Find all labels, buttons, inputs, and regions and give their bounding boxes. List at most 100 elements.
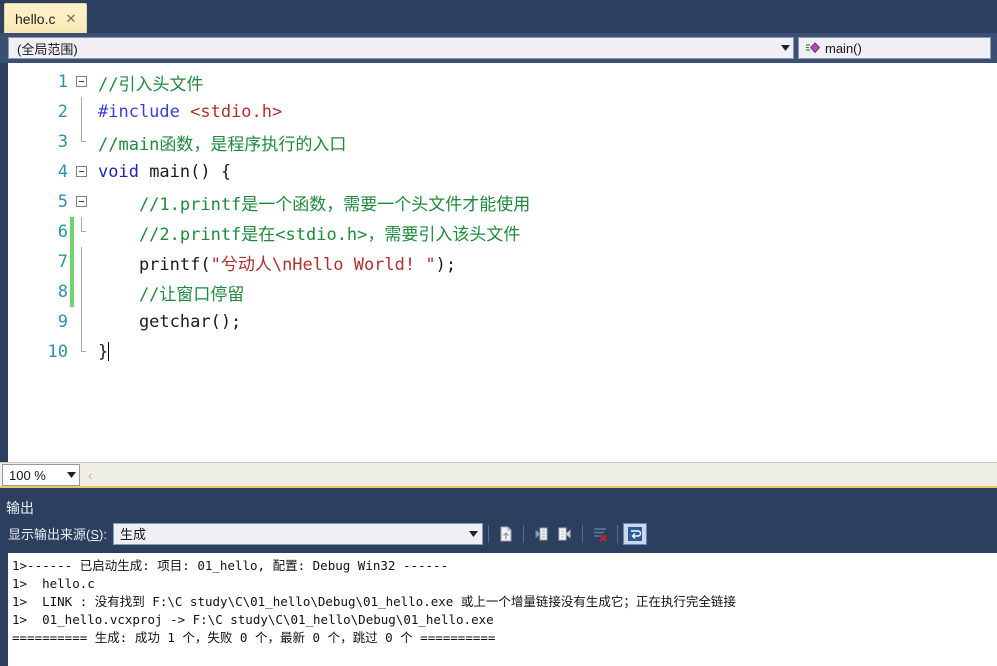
- code-line[interactable]: 8 //让窗口停留: [8, 277, 997, 307]
- zoom-level-value: 100 %: [9, 467, 46, 483]
- editor-tab-label: hello.c: [15, 10, 56, 27]
- line-number: 8: [57, 282, 68, 302]
- code-token: getchar();: [98, 312, 242, 332]
- line-number: 1: [57, 72, 68, 92]
- code-lines-container: 1 //引入头文件 2 #include <stdio.h> 3 //main函数，是程序…: [8, 63, 997, 367]
- outlining-gutter[interactable]: [74, 277, 96, 307]
- line-number: 6: [57, 222, 68, 242]
- output-toolbar: 显示输出来源(S): 生成: [0, 519, 997, 548]
- line-number: 5: [57, 192, 68, 212]
- code-text: #include <stdio.h>: [96, 102, 997, 122]
- outlining-gutter[interactable]: [74, 247, 96, 277]
- code-line[interactable]: 5 //1.printf是一个函数，需要一个头文件才能使用: [8, 187, 997, 217]
- zoom-level-dropdown[interactable]: 100 %: [2, 464, 80, 486]
- editor-tab-hello-c[interactable]: hello.c ✕: [4, 3, 88, 33]
- outlining-gutter[interactable]: [74, 337, 96, 367]
- code-token: main() {: [138, 162, 232, 182]
- chevron-left-icon[interactable]: ‹: [88, 468, 92, 483]
- output-line: ========== 生成: 成功 1 个，失败 0 个，最新 0 个，跳过 0…: [12, 630, 496, 645]
- code-line[interactable]: 7 printf("兮动人\nHello World! ");: [8, 247, 997, 277]
- visual-studio-window: hello.c ✕ (全局范围) main() 1//引入头文件 2 #incl…: [0, 0, 997, 666]
- code-token: "兮动人\nHello World! ": [210, 254, 436, 275]
- text-caret: [108, 342, 110, 361]
- output-line: 1>------ 已启动生成: 项目: 01_hello, 配置: Debug …: [12, 558, 449, 573]
- outline-guide-line: [81, 97, 82, 127]
- output-text-area[interactable]: 1>------ 已启动生成: 项目: 01_hello, 配置: Debug …: [8, 553, 997, 666]
- toolbar-separator: [581, 524, 583, 543]
- collapse-outline-icon[interactable]: [76, 166, 87, 177]
- code-text: getchar();: [96, 312, 997, 332]
- outlining-gutter[interactable]: [74, 67, 96, 97]
- code-token: //2.printf是在<stdio.h>，需要引入该头文件: [98, 224, 521, 245]
- code-token: printf(: [98, 254, 211, 275]
- outlining-gutter[interactable]: [74, 157, 96, 187]
- outline-guide-line: [81, 277, 82, 307]
- code-line[interactable]: 3 //main函数，是程序执行的入口: [8, 127, 997, 157]
- code-token: //引入头文件: [98, 74, 204, 95]
- outline-guide-line: [81, 127, 82, 142]
- outline-guide-end: [81, 351, 86, 352]
- chevron-down-icon[interactable]: [466, 524, 482, 544]
- line-number: 9: [57, 312, 68, 332]
- chevron-down-icon[interactable]: [63, 465, 79, 485]
- code-line[interactable]: 2 #include <stdio.h>: [8, 97, 997, 127]
- code-line[interactable]: 9 getchar();: [8, 307, 997, 337]
- code-text: printf("兮动人\nHello World! ");: [96, 250, 997, 275]
- code-text: //2.printf是在<stdio.h>，需要引入该头文件: [96, 220, 997, 245]
- line-number: 10: [47, 342, 68, 362]
- collapse-outline-icon[interactable]: [76, 196, 87, 207]
- scope-dropdown-value: (全局范围): [17, 41, 78, 57]
- line-number: 4: [57, 162, 68, 182]
- output-panel: 输出 显示输出来源(S): 生成 1>------ 已启动生成: 项目: 01_…: [0, 497, 997, 666]
- close-icon[interactable]: ✕: [63, 12, 78, 25]
- line-number: 3: [57, 132, 68, 152]
- output-panel-title: 输出: [6, 500, 34, 516]
- find-message-in-code-icon[interactable]: [494, 523, 518, 545]
- editor-status-bar: 100 % ‹: [0, 462, 997, 487]
- go-to-next-message-icon[interactable]: [553, 523, 577, 545]
- clear-all-icon[interactable]: [588, 523, 612, 545]
- toggle-word-wrap-icon[interactable]: [622, 522, 647, 545]
- outline-guide-line: [81, 247, 82, 277]
- go-to-previous-message-icon[interactable]: [529, 523, 553, 545]
- outlining-gutter[interactable]: [74, 127, 96, 157]
- code-line[interactable]: 6 //2.printf是在<stdio.h>，需要引入该头文件: [8, 217, 997, 247]
- outline-guide-line: [81, 337, 82, 352]
- code-token: //1.printf是一个函数，需要一个头文件才能使用: [98, 194, 531, 215]
- output-source-label: 显示输出来源(S):: [8, 527, 107, 542]
- method-purple-icon: [805, 41, 821, 55]
- code-token: <stdio.h>: [190, 102, 283, 122]
- navigation-bar: (全局范围) main(): [0, 33, 997, 63]
- outlining-gutter[interactable]: [74, 307, 96, 337]
- code-text: //让窗口停留: [96, 280, 997, 305]
- member-dropdown-value: main(): [825, 40, 862, 56]
- line-number: 7: [57, 252, 68, 272]
- output-line: 1> LINK : 没有找到 F:\C study\C\01_hello\Deb…: [12, 594, 736, 609]
- code-token: );: [435, 254, 457, 275]
- collapse-outline-icon[interactable]: [76, 76, 87, 87]
- toolbar-separator: [616, 524, 618, 543]
- code-token: #include: [98, 102, 191, 122]
- outline-guide-end: [81, 141, 86, 142]
- outlining-gutter[interactable]: [74, 97, 96, 127]
- output-line: 1> 01_hello.vcxproj -> F:\C study\C\01_h…: [12, 612, 494, 627]
- outline-guide-line: [81, 307, 82, 337]
- member-dropdown[interactable]: main(): [798, 37, 991, 59]
- outlining-gutter[interactable]: [74, 187, 96, 217]
- code-text: }: [96, 342, 997, 362]
- code-editor[interactable]: 1 //引入头文件 2 #include <stdio.h> 3 //main函数，是程序…: [0, 63, 997, 462]
- scope-dropdown[interactable]: (全局范围): [8, 37, 794, 59]
- code-text: //main函数，是程序执行的入口: [96, 130, 997, 155]
- code-line[interactable]: 10}: [8, 337, 997, 367]
- output-source-dropdown[interactable]: 生成: [112, 522, 483, 545]
- editor-tab-strip: hello.c ✕: [0, 0, 997, 33]
- code-text: //引入头文件: [96, 70, 997, 95]
- code-line[interactable]: 4 void main() {: [8, 157, 997, 187]
- outlining-gutter[interactable]: [74, 217, 96, 247]
- code-text: void main() {: [96, 162, 997, 182]
- code-line[interactable]: 1 //引入头文件: [8, 67, 997, 97]
- code-token: //main函数，是程序执行的入口: [98, 134, 347, 155]
- chevron-down-icon[interactable]: [777, 38, 793, 58]
- outline-guide-line: [81, 217, 82, 232]
- output-line: 1> hello.c: [12, 576, 95, 591]
